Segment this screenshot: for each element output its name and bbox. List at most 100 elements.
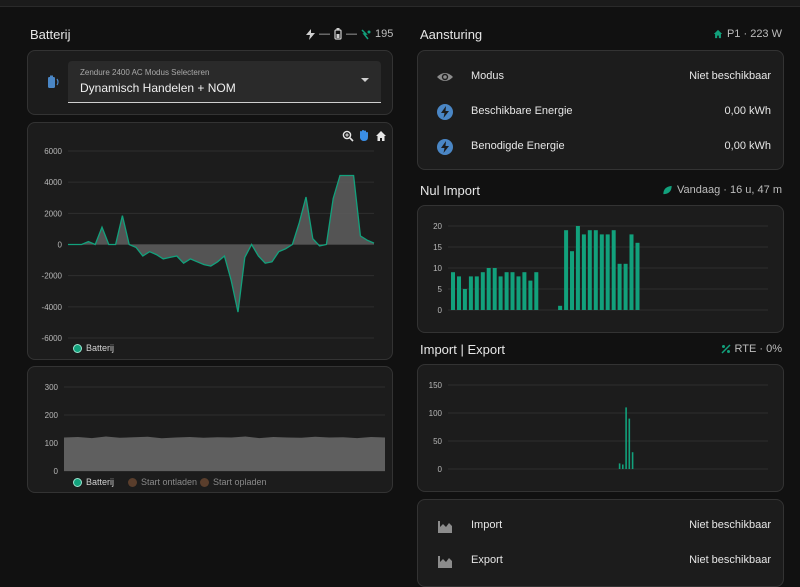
import-export-title: Import | Export	[420, 342, 506, 357]
meta-value: 195	[375, 28, 394, 40]
nul-import-chart-card: 20 15 10 5 0	[417, 205, 784, 333]
bar-chart-icon	[438, 556, 452, 568]
percent-icon	[720, 344, 731, 354]
home-icon	[713, 29, 723, 39]
bar	[628, 418, 631, 469]
legend-dot	[128, 477, 137, 487]
row-label: Import	[471, 519, 503, 531]
y-tick-label: -4000	[42, 303, 63, 312]
bar	[587, 230, 592, 310]
row-label: Modus	[471, 70, 505, 82]
legend-start-opladen[interactable]: Start opladen	[200, 477, 267, 487]
y-tick-label: 0	[58, 241, 63, 250]
import-export-values-card: Import Niet beschikbaar Export Niet besc…	[417, 499, 784, 587]
series-area	[68, 175, 374, 313]
row-label: Benodigde Energie	[471, 140, 565, 152]
series-area	[64, 436, 385, 471]
bar	[581, 234, 586, 310]
aansturing-meta-text: P1 · 223 W	[726, 28, 782, 40]
row-value: Niet beschikbaar	[689, 519, 771, 531]
chevron-down-icon[interactable]	[361, 78, 369, 82]
nul-import-chart: 20 15 10 5 0	[433, 222, 768, 315]
bar	[534, 272, 539, 310]
mode-select-card: Zendure 2400 AC Modus Selecteren Dynamis…	[27, 50, 393, 115]
y-tick-label: 300	[45, 383, 59, 392]
bar	[629, 234, 634, 310]
bar	[522, 272, 527, 310]
mode-select[interactable]: Zendure 2400 AC Modus Selecteren Dynamis…	[68, 61, 381, 103]
legend-start-ontladen[interactable]: Start ontladen	[128, 477, 197, 487]
aansturing-meta: P1 · 223 W	[713, 28, 782, 40]
bar	[622, 464, 624, 469]
y-tick-label: 20	[433, 222, 442, 231]
row-modus[interactable]: Modus Niet beschikbaar	[418, 59, 783, 94]
row-import[interactable]: Import Niet beschikbaar	[418, 508, 783, 543]
bar	[558, 305, 563, 310]
row-label: Export	[471, 554, 503, 566]
y-tick-label: 150	[429, 381, 443, 390]
battery-power-chart: 6000 4000 2000 0 -2000 -4000 -6000	[42, 147, 375, 343]
bar	[605, 234, 610, 310]
transmission-icon	[361, 28, 371, 39]
row-value: 0,00 kWh	[724, 105, 771, 117]
bar	[611, 230, 616, 310]
row-label: Beschikbare Energie	[471, 105, 573, 117]
legend-batterij[interactable]: Batterij	[73, 477, 114, 487]
bar	[462, 289, 467, 310]
bar	[474, 276, 479, 310]
bar	[625, 407, 627, 469]
aansturing-title: Aansturing	[420, 27, 483, 42]
bar-chart-icon	[438, 521, 452, 533]
row-export[interactable]: Export Niet beschikbaar	[418, 543, 783, 578]
bar	[492, 268, 497, 310]
lightning-icon	[437, 139, 453, 155]
bar	[635, 242, 640, 310]
row-value: 0,00 kWh	[724, 140, 771, 152]
y-tick-label: 4000	[44, 178, 62, 187]
battery-legend[interactable]: Batterij	[73, 343, 114, 353]
bar	[564, 230, 569, 310]
bar	[618, 463, 621, 469]
battery-section-title: Batterij	[30, 27, 71, 42]
y-tick-label: 0	[438, 306, 443, 315]
row-value: Niet beschikbaar	[689, 554, 771, 566]
bar	[617, 263, 622, 310]
nul-import-meta: Vandaag · 16 u, 47 m	[662, 184, 782, 196]
bar	[599, 234, 604, 310]
bar	[504, 272, 509, 310]
import-export-chart: 150 100 50 0	[429, 381, 768, 474]
y-tick-label: 5	[438, 285, 443, 294]
y-tick-label: 0	[438, 465, 443, 474]
bar	[570, 251, 574, 310]
y-tick-label: 15	[433, 243, 442, 252]
legend-label: Start ontladen	[141, 477, 198, 487]
eye-icon	[437, 73, 453, 81]
nul-import-meta-text: Vandaag · 16 u, 47 m	[677, 184, 782, 196]
battery-soc-chart: 300 200 100 0	[45, 383, 385, 476]
bar	[486, 268, 491, 310]
y-tick-label: 100	[429, 409, 443, 418]
legend-dot	[73, 343, 82, 353]
y-tick-label: -6000	[42, 334, 63, 343]
top-bar	[0, 0, 800, 7]
meta-dash-1: —	[319, 28, 330, 40]
bar	[510, 272, 515, 310]
y-tick-label: 200	[45, 411, 59, 420]
bar	[528, 280, 533, 310]
bar	[457, 276, 461, 310]
legend-label: Batterij	[86, 477, 115, 487]
row-benodigde-energie[interactable]: Benodigde Energie 0,00 kWh	[418, 129, 783, 164]
lightning-icon	[437, 104, 453, 120]
leaf-icon	[663, 185, 672, 195]
row-beschikbare-energie[interactable]: Beschikbare Energie 0,00 kWh	[418, 94, 783, 129]
nul-import-title: Nul Import	[420, 183, 480, 198]
battery-soc-chart-card: 300 200 100 0 Batterij Start ontladen Start…	[27, 366, 393, 493]
import-export-meta: RTE · 0%	[720, 343, 782, 355]
y-tick-label: 6000	[44, 147, 62, 156]
y-tick-label: 0	[54, 467, 59, 476]
aansturing-card: Modus Niet beschikbaar Beschikbare Energ…	[417, 50, 784, 170]
bar	[516, 276, 521, 310]
import-export-chart-card: 150 100 50 0	[417, 364, 784, 492]
bar	[623, 263, 628, 310]
import-export-meta-text: RTE · 0%	[734, 343, 782, 355]
